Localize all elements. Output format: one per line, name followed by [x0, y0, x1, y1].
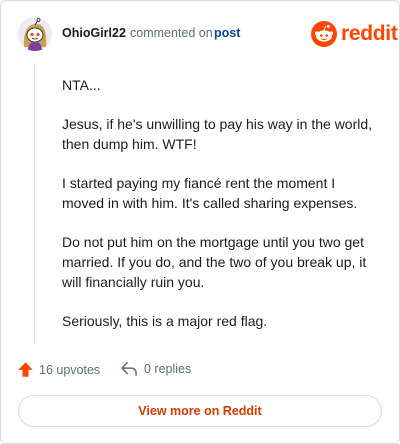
- comment-author[interactable]: OhioGirl22: [62, 26, 126, 40]
- comment-footer: 16 upvotes 0 replies: [1, 357, 399, 387]
- reddit-wordmark: reddit: [341, 22, 398, 45]
- upvote-count: 16 upvotes: [39, 362, 101, 377]
- comment-header: OhioGirl22 commented on post reddit: [1, 1, 399, 65]
- user-avatar[interactable]: [18, 17, 52, 51]
- reddit-logo[interactable]: reddit: [311, 21, 398, 47]
- reddit-snoo-icon: [311, 21, 337, 47]
- comment-paragraph: NTA...: [62, 77, 101, 93]
- upvote-arrow-icon: [18, 362, 33, 377]
- thread-line: [34, 63, 35, 345]
- upvote-button[interactable]: 16 upvotes: [17, 361, 100, 378]
- comment-body: NTA... Jesus, if he's unwilling to pay h…: [62, 75, 378, 350]
- replies-button[interactable]: 0 replies: [120, 361, 191, 377]
- comment-paragraph: Seriously, this is a major red flag.: [62, 313, 268, 329]
- reply-arrow-icon: [121, 362, 137, 376]
- commented-on-text: commented on: [130, 26, 213, 40]
- reddit-comment-embed: OhioGirl22 commented on post reddit NTA.…: [0, 0, 400, 444]
- comment-paragraph: Do not put him on the mortgage until you…: [62, 234, 367, 290]
- view-more-on-reddit-button[interactable]: View more on Reddit: [18, 395, 382, 427]
- reply-count: 0 replies: [144, 362, 192, 376]
- comment-paragraph: Jesus, if he's unwilling to pay his way …: [62, 116, 373, 152]
- comment-paragraph: I started paying my fiancé rent the mome…: [62, 175, 358, 211]
- snoo-avatar-icon: [18, 17, 52, 51]
- post-link[interactable]: post: [214, 26, 240, 40]
